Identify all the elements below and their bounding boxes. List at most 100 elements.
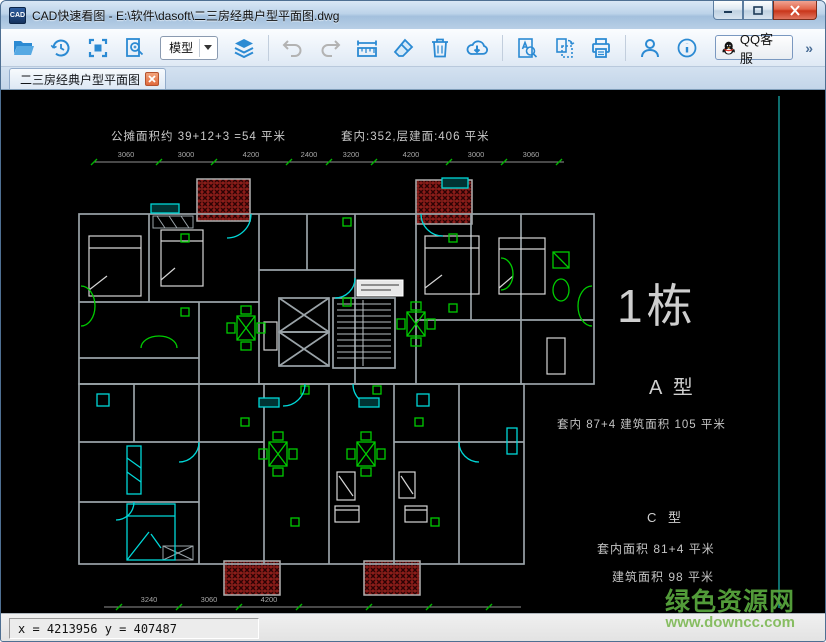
door-arc — [116, 502, 134, 520]
balcony-bottom-right — [364, 561, 420, 595]
delete-button[interactable] — [425, 32, 456, 64]
ruler-measure-icon — [355, 36, 379, 60]
toolbar-separator — [625, 35, 626, 61]
building-number-label: 1栋 — [617, 280, 697, 332]
door-arc — [283, 384, 305, 406]
tab-floorplan[interactable]: 二三房经典户型平面图 — [9, 68, 166, 89]
top-annotations: 公摊面积约 39+12+3 =54 平米 套内:352,层建面:406 平米 — [111, 129, 490, 143]
layers-button[interactable] — [228, 32, 259, 64]
toolbar-separator — [502, 35, 503, 61]
dining-set — [347, 432, 385, 476]
undo-icon — [281, 36, 305, 60]
print-button[interactable] — [585, 32, 616, 64]
type-c-label: C 型 — [647, 510, 685, 525]
svg-text:4200: 4200 — [243, 150, 260, 159]
measure-button[interactable] — [352, 32, 383, 64]
floor-plan-drawing: 公摊面积约 39+12+3 =54 平米 套内:352,层建面:406 平米 3… — [1, 90, 821, 613]
closets — [153, 216, 403, 560]
qq-service-label: QQ客服 — [740, 29, 784, 67]
window-title: CAD快速看图 - E:\软件\dasoft\二三房经典户型平面图.dwg — [32, 7, 339, 24]
status-bar: x = 4213956 y = 407487 — [1, 613, 825, 642]
layout-model-value: 模型 — [169, 39, 193, 56]
find-text-icon — [515, 36, 539, 60]
beds-and-appliances — [89, 230, 565, 522]
open-folder-icon — [12, 36, 36, 60]
cloud-sync-button[interactable] — [462, 32, 493, 64]
minimize-button[interactable] — [713, 1, 743, 20]
dimension-line-top: 3060 3000 4200 2400 3200 4200 3000 3060 — [91, 150, 564, 165]
recent-files-button[interactable] — [46, 32, 77, 64]
redo-button[interactable] — [315, 32, 346, 64]
dropdown-arrow — [199, 39, 215, 57]
balcony-hatch-areas — [197, 179, 472, 595]
redo-icon — [318, 36, 342, 60]
svg-text:3060: 3060 — [118, 150, 135, 159]
svg-text:2400: 2400 — [301, 150, 318, 159]
close-button[interactable] — [773, 1, 817, 20]
door-arc — [459, 442, 479, 462]
type-c-area1-label: 套内面积 81+4 平米 — [597, 542, 715, 556]
door-arc — [335, 278, 355, 298]
svg-text:3060: 3060 — [523, 150, 540, 159]
toolbar-overflow-chevron[interactable]: » — [799, 40, 817, 56]
svg-text:3000: 3000 — [178, 150, 195, 159]
close-icon — [789, 5, 801, 16]
toolbar-separator — [268, 35, 269, 61]
open-file-button[interactable] — [9, 32, 40, 64]
tab-close-button[interactable] — [145, 72, 159, 86]
qq-service-button[interactable]: QQ客服 — [715, 35, 794, 60]
svg-text:4200: 4200 — [403, 150, 420, 159]
app-icon: CAD — [9, 7, 26, 24]
svg-text:3060: 3060 — [201, 595, 218, 604]
main-toolbar: 模型 — [1, 29, 825, 67]
user-account-button[interactable] — [635, 32, 666, 64]
wardrobe — [127, 446, 141, 494]
layers-icon — [232, 36, 256, 60]
svg-text:3000: 3000 — [468, 150, 485, 159]
trash-icon — [428, 36, 452, 60]
sofa-arc — [81, 286, 95, 326]
walls — [79, 214, 594, 564]
find-text-button[interactable] — [512, 32, 543, 64]
user-icon — [638, 36, 662, 60]
stair-treads — [337, 300, 391, 366]
page-zoom-icon — [123, 36, 147, 60]
history-clock-icon — [49, 36, 73, 60]
printer-icon — [589, 36, 613, 60]
sofa-arc — [141, 336, 177, 348]
minimize-icon — [722, 5, 734, 15]
svg-text:4200: 4200 — [261, 595, 278, 604]
about-button[interactable] — [672, 32, 703, 64]
svg-text:3240: 3240 — [141, 595, 158, 604]
fit-view-button[interactable] — [83, 32, 114, 64]
tab-label: 二三房经典户型平面图 — [20, 71, 140, 88]
maximize-button[interactable] — [743, 1, 773, 20]
svg-text:3200: 3200 — [343, 150, 360, 159]
floor-area-note: 套内:352,层建面:406 平米 — [341, 129, 490, 143]
dimension-line-bottom: 3240 3060 4200 — [104, 595, 521, 610]
cloud-download-icon — [465, 36, 489, 60]
eraser-icon — [392, 36, 416, 60]
qq-penguin-icon — [721, 40, 736, 56]
plan-labels: 1栋 A 型 套内 87+4 建筑面积 105 平米 C 型 套内面积 81+4… — [557, 280, 726, 584]
door-arc — [179, 442, 199, 462]
balcony-bottom-left — [224, 561, 280, 595]
preview-button[interactable] — [119, 32, 150, 64]
page-transform-icon — [552, 36, 576, 60]
type-a-area-label: 套内 87+4 建筑面积 105 平米 — [557, 417, 726, 431]
layout-model-dropdown[interactable]: 模型 — [160, 36, 218, 60]
type-a-label: A 型 — [649, 376, 696, 399]
fit-screen-icon — [86, 36, 110, 60]
page-transform-button[interactable] — [548, 32, 579, 64]
undo-button[interactable] — [278, 32, 309, 64]
maximize-icon — [752, 5, 764, 16]
app-window: CAD CAD快速看图 - E:\软件\dasoft\二三房经典户型平面图.dw… — [0, 0, 826, 642]
document-tab-bar: 二三房经典户型平面图 — [1, 67, 825, 89]
title-bar[interactable]: CAD CAD快速看图 - E:\软件\dasoft\二三房经典户型平面图.dw… — [1, 1, 825, 29]
drawing-canvas[interactable]: 公摊面积约 39+12+3 =54 平米 套内:352,层建面:406 平米 3… — [1, 89, 825, 613]
eraser-button[interactable] — [388, 32, 419, 64]
type-c-area2-label: 建筑面积 98 平米 — [612, 569, 714, 584]
tab-close-icon — [148, 75, 156, 83]
cursor-coordinates: x = 4213956 y = 407487 — [9, 618, 259, 639]
info-icon — [675, 36, 699, 60]
